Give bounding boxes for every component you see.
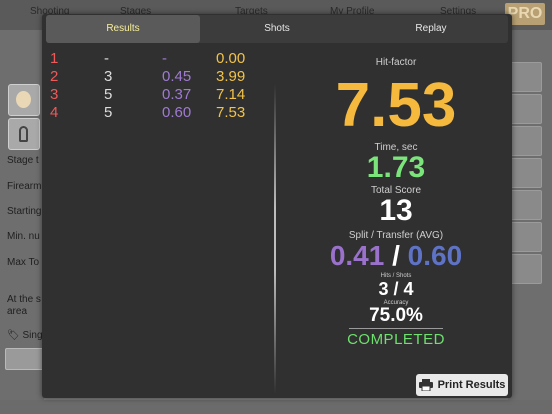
split-separator: / [392, 240, 400, 271]
shot-zone: 5 [104, 86, 113, 103]
total-score-value: 13 [379, 194, 413, 227]
time-value: 1.73 [366, 151, 426, 184]
field-label-area: area [7, 306, 28, 317]
background-right-field [510, 126, 542, 156]
stats-panel: Hit-factor 7.53 Time, sec 1.73 Total Sco… [290, 44, 502, 349]
background-right-field [510, 94, 542, 124]
shot-number: 3 [50, 86, 59, 103]
background-bottom-bar [0, 400, 552, 414]
shot-row: 4 5 0.60 7.53 [50, 104, 260, 122]
background-right-field [510, 222, 542, 252]
transfer-avg-value: 0.60 [407, 240, 463, 271]
printer-icon [418, 379, 433, 391]
shot-number: 4 [50, 104, 59, 121]
field-label-stage-type: Stage t [7, 155, 39, 166]
shot-row: 2 3 0.45 3.99 [50, 68, 260, 86]
shot-number: 1 [50, 50, 59, 67]
results-dialog: Results Shots Replay 1 - - 0.00 2 3 0.45… [42, 14, 512, 398]
accuracy-value: 75.0% [349, 306, 443, 329]
tab-replay[interactable]: Replay [354, 15, 508, 43]
shot-split: 0.45 [162, 68, 192, 85]
hits-shots-value: 3 / 4 [378, 279, 414, 299]
background-right-field [510, 190, 542, 220]
print-results-button[interactable]: Print Results [416, 374, 508, 396]
background-form-panel: Stage t Firearm Starting Min. nu Max To … [0, 30, 47, 414]
shot-row: 1 - - 0.00 [50, 50, 260, 68]
shot-split: 0.60 [162, 104, 192, 121]
tab-shots[interactable]: Shots [200, 15, 354, 43]
column-divider [274, 84, 276, 394]
steel-thumbnail [8, 118, 40, 150]
field-label-max-to: Max To [7, 257, 40, 268]
background-right-field [510, 158, 542, 188]
shots-list: 1 - - 0.00 2 3 0.45 3.99 3 5 0.37 7.14 4… [50, 50, 260, 122]
tab-results[interactable]: Results [46, 15, 200, 43]
tag-single-label: Sing [22, 330, 43, 341]
background-right-field [510, 254, 542, 284]
pepper-popper-icon [19, 126, 28, 142]
field-label-firearm: Firearm [7, 181, 42, 192]
shot-zone: 3 [104, 68, 113, 85]
shot-row: 3 5 0.37 7.14 [50, 86, 260, 104]
field-label-starting: Starting [7, 206, 42, 217]
split-avg-value: 0.41 [329, 240, 385, 271]
shot-split: - [162, 50, 167, 67]
shot-zone: - [104, 50, 109, 67]
shot-hit-factor: 7.53 [216, 104, 246, 121]
hit-factor-label: Hit-factor [375, 57, 417, 68]
shot-zone: 5 [104, 104, 113, 121]
target-shape-icon [16, 91, 31, 108]
shot-number: 2 [50, 68, 59, 85]
hit-factor-value: 7.53 [335, 71, 457, 140]
field-label-at-the-start: At the s [7, 294, 41, 305]
target-thumbnail [8, 84, 40, 116]
shot-hit-factor: 0.00 [216, 50, 246, 67]
split-transfer-values: 0.41 / 0.60 [290, 241, 502, 271]
shot-hit-factor: 7.14 [216, 86, 246, 103]
background-right-field [510, 62, 542, 92]
background-input [5, 348, 47, 370]
results-tabs: Results Shots Replay [46, 15, 508, 43]
tag-single: 🏷︎ Sing [7, 330, 43, 341]
print-results-label: Print Results [437, 379, 506, 391]
field-label-min-num: Min. nu [7, 231, 40, 242]
shot-split: 0.37 [162, 86, 192, 103]
status-text: COMPLETED [347, 331, 445, 348]
shot-hit-factor: 3.99 [216, 68, 246, 85]
